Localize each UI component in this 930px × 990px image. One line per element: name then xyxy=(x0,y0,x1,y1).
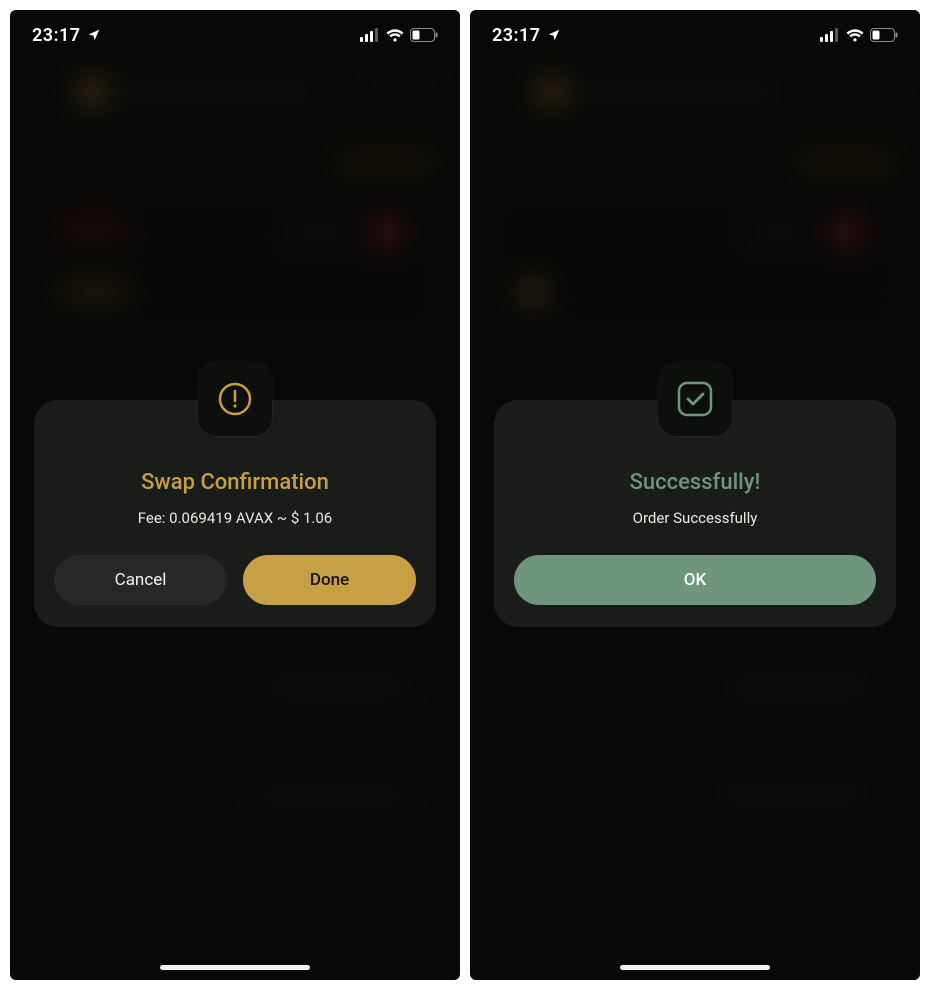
modal-title: Swap Confirmation xyxy=(54,470,416,495)
location-arrow-icon xyxy=(547,28,561,42)
success-modal: Successfully! Order Successfully OK xyxy=(494,400,896,627)
ok-button-label: OK xyxy=(684,570,706,590)
status-bar: 23:17 xyxy=(470,10,920,60)
check-square-icon xyxy=(674,378,716,420)
swap-confirmation-modal: Swap Confirmation Fee: 0.069419 AVAX ~ $… xyxy=(34,400,436,627)
wifi-icon xyxy=(846,28,864,42)
cancel-button[interactable]: Cancel xyxy=(54,555,227,605)
modal-container: Swap Confirmation Fee: 0.069419 AVAX ~ $… xyxy=(34,400,436,627)
modal-icon-tile xyxy=(658,362,732,436)
ok-button[interactable]: OK xyxy=(514,555,876,605)
phone-left: 23:17 xyxy=(10,10,460,980)
cellular-signal-icon xyxy=(360,28,380,42)
modal-subtitle: Order Successfully xyxy=(514,509,876,527)
modal-title: Successfully! xyxy=(514,470,876,495)
wifi-icon xyxy=(386,28,404,42)
button-row: Cancel Done xyxy=(54,555,416,605)
status-time: 23:17 xyxy=(492,25,541,46)
status-time: 23:17 xyxy=(32,25,81,46)
done-button[interactable]: Done xyxy=(243,555,416,605)
alert-circle-icon xyxy=(215,379,255,419)
modal-subtitle: Fee: 0.069419 AVAX ~ $ 1.06 xyxy=(54,509,416,527)
status-bar: 23:17 xyxy=(10,10,460,60)
cancel-button-label: Cancel xyxy=(115,570,167,590)
location-arrow-icon xyxy=(87,28,101,42)
modal-icon-tile xyxy=(198,362,272,436)
home-indicator xyxy=(620,965,770,970)
cellular-signal-icon xyxy=(820,28,840,42)
screenshots-pair: 23:17 xyxy=(0,0,930,990)
home-indicator xyxy=(160,965,310,970)
modal-container: Successfully! Order Successfully OK xyxy=(494,400,896,627)
done-button-label: Done xyxy=(310,570,349,590)
battery-icon xyxy=(410,28,438,42)
battery-icon xyxy=(870,28,898,42)
button-row: OK xyxy=(514,555,876,605)
phone-right: 23:17 xyxy=(470,10,920,980)
